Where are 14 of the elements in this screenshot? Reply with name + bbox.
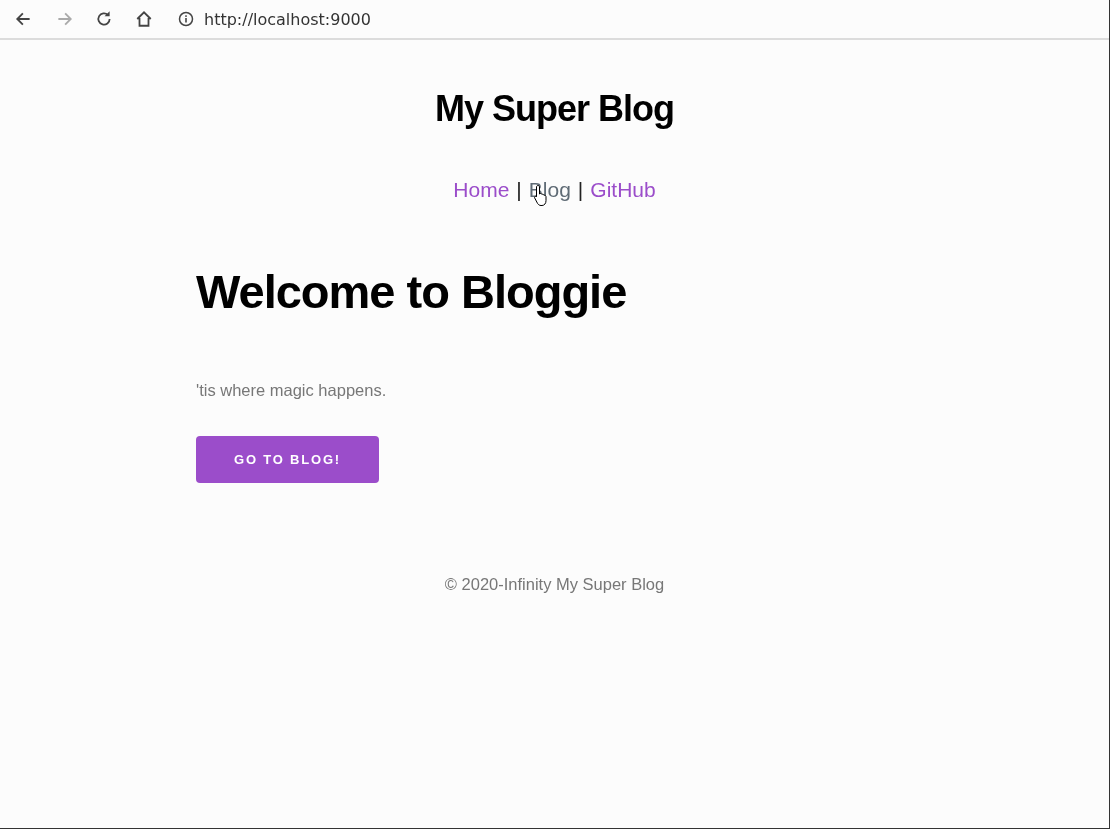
go-to-blog-button[interactable]: GO TO BLOG! <box>196 436 379 483</box>
reload-icon[interactable] <box>95 10 113 28</box>
footer-text: © 2020-Infinity My Super Blog <box>443 575 666 594</box>
site-title: My Super Blog <box>434 88 675 130</box>
url-text[interactable]: http://localhost:9000 <box>204 9 371 29</box>
page-heading: Welcome to Bloggie <box>196 264 628 319</box>
home-icon[interactable] <box>135 10 153 28</box>
tagline-text: 'tis where magic happens. <box>196 381 388 400</box>
back-arrow-icon[interactable] <box>15 10 33 28</box>
nav-link[interactable]: GitHub <box>590 178 656 202</box>
nav-link[interactable]: Home <box>453 178 510 202</box>
nav-separator: | <box>516 178 522 202</box>
info-icon[interactable] <box>178 11 194 27</box>
nav-separator: | <box>577 178 584 202</box>
